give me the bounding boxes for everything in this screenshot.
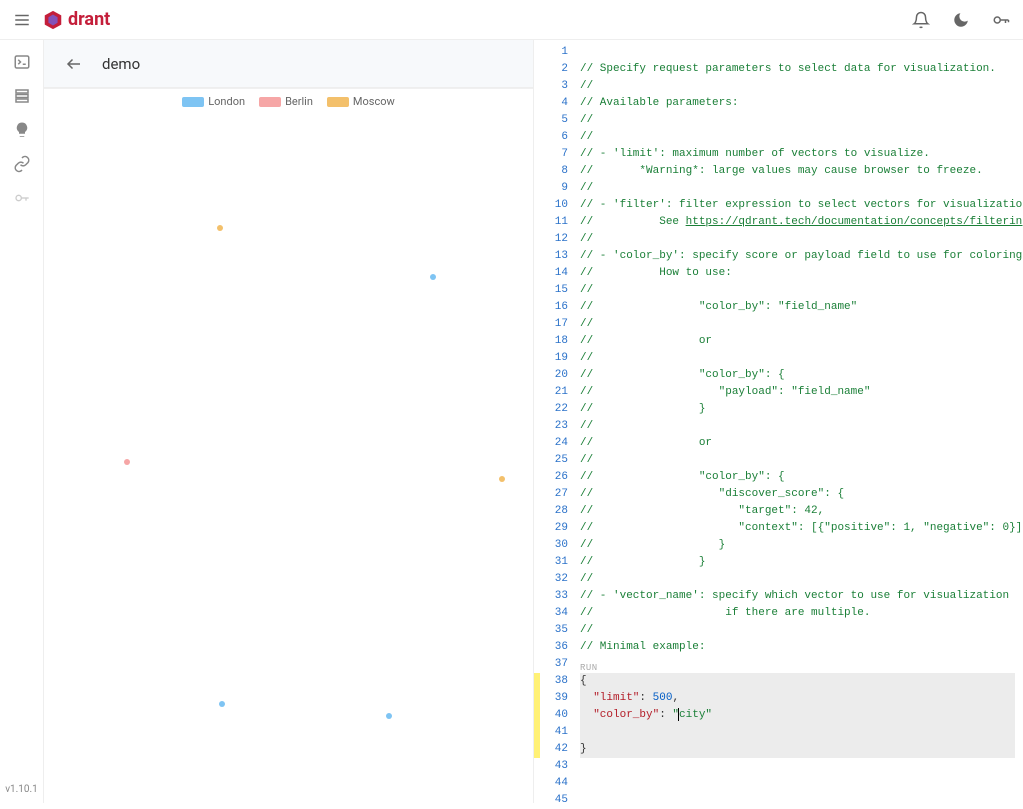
data-point[interactable] [124,459,130,465]
code-line[interactable]: // - 'vector_name': specify which vector… [580,588,1015,605]
brand-name: drant [68,9,110,30]
code-line[interactable]: // [580,452,1015,469]
code-line[interactable] [580,758,1015,775]
legend-label: London [208,95,245,108]
code-line[interactable]: // [580,282,1015,299]
code-line[interactable]: // "target": 42, [580,503,1015,520]
code-line[interactable]: // - 'color_by': specify score or payloa… [580,248,1015,265]
code-line[interactable]: { [580,673,1015,690]
sidebar-terminal-icon[interactable] [8,48,36,76]
code-line[interactable]: // } [580,537,1015,554]
back-icon[interactable] [60,50,88,78]
topbar: drant [0,0,1023,40]
menu-icon[interactable] [8,6,36,34]
brand-logo[interactable]: drant [42,9,110,31]
legend-label: Berlin [285,95,313,108]
code-area[interactable]: // Specify request parameters to select … [576,40,1023,803]
code-line[interactable] [580,792,1015,803]
sidebar-key-icon[interactable] [8,184,36,212]
legend: London Berlin Moscow [44,88,533,114]
legend-item[interactable]: Moscow [327,95,395,108]
scatter-plot[interactable] [44,114,533,803]
code-line[interactable]: // "color_by": { [580,367,1015,384]
legend-item[interactable]: London [182,95,245,108]
code-line[interactable] [580,775,1015,792]
visualization-pane: demo London Berlin Moscow [44,40,534,803]
code-line[interactable]: // - 'limit': maximum number of vectors … [580,146,1015,163]
data-point[interactable] [386,713,392,719]
code-line[interactable]: // or [580,333,1015,350]
sidebar-collections-icon[interactable] [8,82,36,110]
code-line[interactable]: // [580,350,1015,367]
code-line[interactable] [580,724,1015,741]
code-line[interactable]: // Specify request parameters to select … [580,61,1015,78]
run-button[interactable]: RUN [580,662,598,676]
code-line[interactable]: // [580,112,1015,129]
code-line[interactable]: // if there are multiple. [580,605,1015,622]
code-line[interactable] [580,44,1015,61]
code-line[interactable]: // [580,571,1015,588]
code-line[interactable]: "limit": 500, [580,690,1015,707]
code-line[interactable]: // [580,316,1015,333]
sidebar: v1.10.1 [0,40,44,803]
key-icon[interactable] [987,6,1015,34]
code-line[interactable]: } [580,741,1015,758]
code-line[interactable]: // } [580,554,1015,571]
data-point[interactable] [217,225,223,231]
sidebar-lightbulb-icon[interactable] [8,116,36,144]
code-line[interactable]: // *Warning*: large values may cause bro… [580,163,1015,180]
code-line[interactable]: // - 'filter': filter expression to sele… [580,197,1015,214]
code-line[interactable]: // [580,129,1015,146]
code-line[interactable]: // "color_by": "field_name" [580,299,1015,316]
page-title: demo [102,55,140,73]
code-line[interactable]: // } [580,401,1015,418]
code-line[interactable]: // [580,180,1015,197]
code-line[interactable]: // Minimal example: [580,639,1015,656]
code-line[interactable]: // "discover_score": { [580,486,1015,503]
code-line[interactable]: // How to use: [580,265,1015,282]
code-line[interactable]: // [580,231,1015,248]
code-line[interactable]: "color_by": "city" [580,707,1015,724]
code-line[interactable]: // Available parameters: [580,95,1015,112]
modification-indicator [534,40,540,803]
code-line[interactable]: // "color_by": { [580,469,1015,486]
sidebar-link-icon[interactable] [8,150,36,178]
version-label: v1.10.1 [5,784,38,795]
data-point[interactable] [219,701,225,707]
notifications-icon[interactable] [907,6,935,34]
legend-item[interactable]: Berlin [259,95,313,108]
code-editor-pane[interactable]: 1234567891011121314151617181920212223242… [534,40,1023,803]
data-point[interactable] [499,476,505,482]
legend-swatch [182,97,204,107]
legend-swatch [259,97,281,107]
pane-header: demo [44,40,533,88]
code-line[interactable]: // [580,418,1015,435]
legend-label: Moscow [353,95,395,108]
code-line[interactable]: // [580,622,1015,639]
code-line[interactable]: // [580,78,1015,95]
code-line[interactable] [580,656,1015,673]
code-line[interactable]: // "payload": "field_name" [580,384,1015,401]
theme-toggle-icon[interactable] [947,6,975,34]
code-line[interactable]: // or [580,435,1015,452]
code-line[interactable]: // "context": [{"positive": 1, "negative… [580,520,1015,537]
data-point[interactable] [430,274,436,280]
code-line[interactable]: // See https://qdrant.tech/documentation… [580,214,1015,231]
line-gutter: 1234567891011121314151617181920212223242… [540,40,576,803]
legend-swatch [327,97,349,107]
